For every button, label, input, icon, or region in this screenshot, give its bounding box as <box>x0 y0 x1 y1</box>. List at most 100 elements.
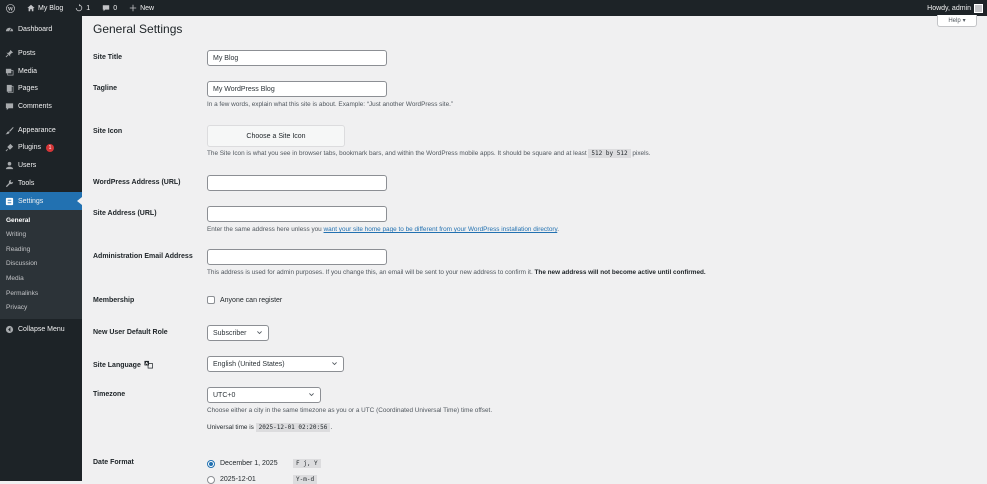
collapse-menu-button[interactable]: Collapse Menu <box>0 321 82 339</box>
tagline-input[interactable]: My WordPress Blog <box>207 81 387 97</box>
caret-down-icon: ▾ <box>962 18 966 24</box>
admin-email-desc-text: This address is used for admin purposes.… <box>207 269 533 276</box>
new-content-menu[interactable]: New <box>123 0 160 16</box>
page-title: General Settings <box>93 22 183 36</box>
main-content: Help ▾ General Settings Site Title My Bl… <box>82 15 987 484</box>
svg-text:W: W <box>7 6 14 12</box>
site-language-value: English (United States) <box>213 360 285 368</box>
site-address-desc-after: . <box>557 226 560 233</box>
sidebar-item-comments[interactable]: Comments <box>0 98 82 116</box>
site-icon-label: Site Icon <box>93 128 123 135</box>
submenu-item-reading[interactable]: Reading <box>0 242 82 257</box>
wp-address-input[interactable] <box>207 175 387 191</box>
sidebar-item-appearance[interactable]: Appearance <box>0 121 82 139</box>
submenu-item-discussion[interactable]: Discussion <box>0 257 82 272</box>
home-icon <box>27 4 35 12</box>
sidebar-item-tools[interactable]: Tools <box>0 175 82 193</box>
icon-by-text: by <box>605 150 614 157</box>
date-format-radio-1[interactable] <box>207 459 215 468</box>
help-tab-button[interactable]: Help ▾ <box>937 15 977 27</box>
icon-size-code: 512 by 512 <box>588 149 631 158</box>
submenu-item-privacy[interactable]: Privacy <box>0 300 82 315</box>
admin-email-input[interactable] <box>207 249 387 265</box>
sidebar-item-pages[interactable]: Pages <box>0 80 82 98</box>
sidebar-item-settings[interactable]: Settings <box>0 192 82 210</box>
sidebar-item-label: Posts <box>18 50 36 58</box>
wp-logo-menu[interactable]: W <box>0 0 21 16</box>
anyone-can-register-option[interactable]: Anyone can register <box>207 296 282 304</box>
page-icon <box>5 84 14 94</box>
tagline-label: Tagline <box>93 85 117 92</box>
timezone-value: UTC+0 <box>213 391 236 399</box>
icon-width-value: 512 <box>591 150 603 157</box>
comments-menu[interactable]: 0 <box>96 0 123 16</box>
sidebar-item-users[interactable]: Users <box>0 157 82 175</box>
universal-time-after: . <box>330 424 333 431</box>
sidebar-item-plugins[interactable]: Plugins 1 <box>0 139 82 157</box>
user-icon <box>5 161 14 170</box>
sidebar-item-posts[interactable]: Posts <box>0 45 82 63</box>
anyone-can-register-label: Anyone can register <box>220 296 283 304</box>
site-title-label: Site Title <box>93 54 123 61</box>
site-address-description: Enter the same address here unless you w… <box>207 226 559 233</box>
choose-site-icon-button[interactable]: Choose a Site Icon <box>207 125 345 147</box>
site-title-input[interactable]: My Blog <box>207 50 387 66</box>
avatar <box>974 3 983 13</box>
plug-icon <box>5 143 14 152</box>
site-icon-description: The Site Icon is what you see in browser… <box>207 149 650 158</box>
site-language-select[interactable]: English (United States) <box>207 356 344 372</box>
date-format-option-label: December 1, 2025 <box>220 460 278 467</box>
comments-count: 0 <box>113 4 118 12</box>
universal-time: Universal time is 2025-12-01 02:20:56. <box>207 423 333 432</box>
admin-email-description: This address is used for admin purposes.… <box>207 269 706 276</box>
comment-bubble-icon <box>103 5 110 12</box>
submenu-item-permalinks[interactable]: Permalinks <box>0 286 82 301</box>
media-icon <box>5 67 14 76</box>
icon-height-value: 512 <box>616 150 628 157</box>
date-format-code: Y-m-d <box>293 475 318 484</box>
timezone-label: Timezone <box>93 391 126 398</box>
chevron-down-icon <box>331 360 338 369</box>
sidebar-item-media[interactable]: Media <box>0 62 82 80</box>
site-address-input[interactable] <box>207 206 387 222</box>
date-format-option-label: 2025-12-01 <box>220 476 256 483</box>
plus-icon <box>129 4 137 12</box>
chevron-down-icon <box>308 391 315 400</box>
date-format-radio-2[interactable] <box>207 475 215 484</box>
sidebar-item-label: Pages <box>18 85 38 93</box>
updates-menu[interactable]: 1 <box>69 0 96 16</box>
settings-icon <box>5 197 14 206</box>
site-name-menu[interactable]: My Blog <box>21 0 69 16</box>
new-label: New <box>140 4 155 12</box>
comment-icon <box>5 102 14 111</box>
submenu-item-media[interactable]: Media <box>0 271 82 286</box>
submenu-item-writing[interactable]: Writing <box>0 227 82 242</box>
collapse-menu-label: Collapse Menu <box>18 326 65 334</box>
sidebar-item-label: Plugins <box>18 144 41 152</box>
timezone-select[interactable]: UTC+0 <box>207 387 321 403</box>
plugins-update-badge: 1 <box>45 143 54 152</box>
admin-bar: W My Blog 1 0 New Howdy, admin <box>0 0 987 16</box>
date-format-label: Date Format <box>93 459 134 466</box>
universal-time-label: Universal time is <box>207 424 254 431</box>
sidebar-item-dashboard[interactable]: Dashboard <box>0 21 82 39</box>
admin-email-desc-bold: The new address will not become active u… <box>534 269 706 276</box>
anyone-can-register-checkbox[interactable] <box>207 296 215 304</box>
my-account-menu[interactable]: Howdy, admin <box>927 3 987 13</box>
chevron-down-icon <box>256 329 263 338</box>
updates-count: 1 <box>86 4 91 12</box>
wordpress-icon: W <box>6 3 15 13</box>
admin-sidebar: Dashboard Posts Media Pages Comments App… <box>0 16 82 481</box>
site-address-desc-text: Enter the same address here unless you <box>207 226 322 233</box>
updates-icon <box>76 4 83 12</box>
submenu-item-general[interactable]: General <box>0 213 82 228</box>
sidebar-item-label: Dashboard <box>18 26 53 34</box>
default-role-select[interactable]: Subscriber <box>207 325 269 341</box>
date-format-option-1[interactable]: December 1, 2025 F j, Y <box>207 459 321 468</box>
help-label: Help <box>948 17 961 24</box>
sidebar-item-label: Appearance <box>18 126 56 134</box>
date-format-option-2[interactable]: 2025-12-01 Y-m-d <box>207 475 318 484</box>
site-address-help-link[interactable]: want your site home page to be different… <box>324 226 558 233</box>
howdy-text: Howdy, admin <box>927 4 971 12</box>
tagline-description: In a few words, explain what this site i… <box>207 101 454 108</box>
